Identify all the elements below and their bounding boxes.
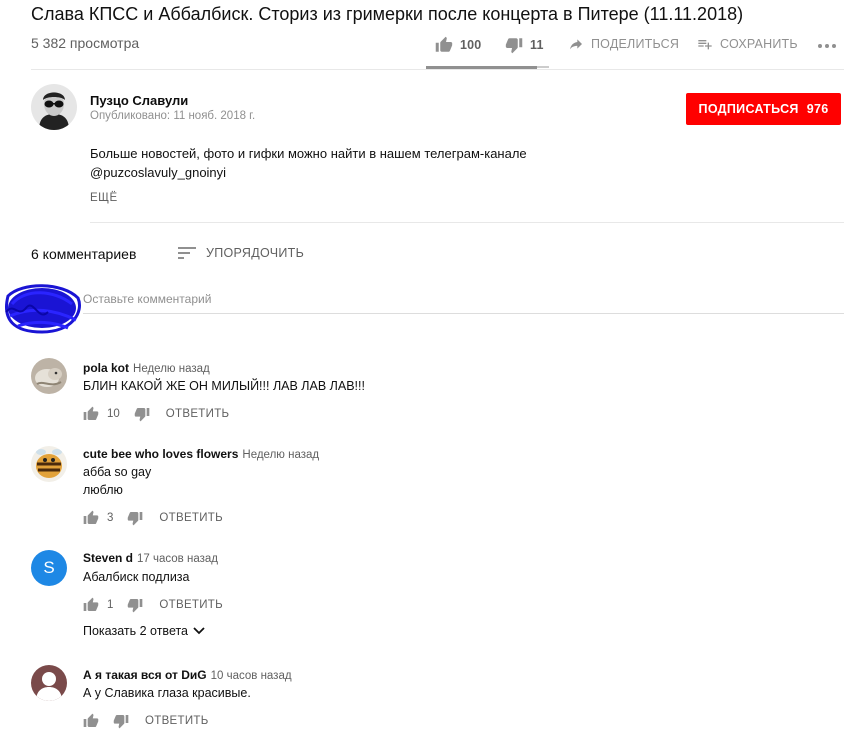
commenter-avatar[interactable] xyxy=(31,665,67,701)
comment-input-underline xyxy=(83,313,844,314)
thumb-up-icon[interactable] xyxy=(83,597,99,613)
comment-author[interactable]: А я такая вся от DиG xyxy=(83,668,207,682)
comment-actions: 1 ОТВЕТИТЬ xyxy=(83,597,223,613)
thumb-up-icon[interactable] xyxy=(83,406,99,422)
share-icon xyxy=(570,39,582,50)
comment-header: cute bee who loves flowers Неделю назад xyxy=(83,445,319,463)
thumb-up-icon[interactable] xyxy=(83,713,99,729)
subscribe-label: ПОДПИСАТЬСЯ xyxy=(698,102,799,116)
subscribe-button[interactable]: ПОДПИСАТЬСЯ 976 xyxy=(686,93,841,125)
subscriber-count: 976 xyxy=(806,102,829,116)
more-horiz-icon xyxy=(818,44,836,48)
playlist-add-icon xyxy=(698,40,712,50)
comment-like-count: 1 xyxy=(107,599,114,611)
comment-text: Абалбиск подлиза xyxy=(83,570,190,584)
save-label: СОХРАНИТЬ xyxy=(720,37,798,51)
thumb-down-icon[interactable] xyxy=(134,406,150,422)
like-count: 100 xyxy=(460,38,482,52)
thumb-down-icon[interactable] xyxy=(127,597,143,613)
show-replies-button[interactable]: Показать 2 ответа xyxy=(83,624,206,638)
comment-time[interactable]: 17 часов назад xyxy=(137,553,218,565)
reply-button[interactable]: ОТВЕТИТЬ xyxy=(145,715,209,727)
divider xyxy=(31,69,844,70)
dislike-button[interactable]: 11 xyxy=(504,36,544,54)
thumb-down-icon[interactable] xyxy=(127,510,143,526)
reply-button[interactable]: ОТВЕТИТЬ xyxy=(159,512,223,524)
save-button[interactable]: СОХРАНИТЬ xyxy=(696,36,798,52)
comment-text: люблю xyxy=(83,483,123,497)
more-actions-button[interactable] xyxy=(817,38,837,57)
commenter-avatar-letter[interactable]: S xyxy=(31,550,67,586)
comment-header: Steven d 17 часов назад xyxy=(83,549,218,567)
channel-avatar[interactable] xyxy=(31,84,77,130)
comment-text: А у Славика глаза красивые. xyxy=(83,686,251,700)
comment-actions: 3 ОТВЕТИТЬ xyxy=(83,510,223,526)
sort-icon xyxy=(178,247,196,259)
publish-date: Опубликовано: 11 нояб. 2018 г. xyxy=(90,110,256,122)
commenter-avatar[interactable] xyxy=(31,446,67,482)
chevron-down-icon xyxy=(193,627,205,635)
video-title: Слава КПСС и Аббалбиск. Сториз из гример… xyxy=(31,4,744,24)
share-button[interactable]: ПОДЕЛИТЬСЯ xyxy=(567,36,679,52)
thumb-down-icon[interactable] xyxy=(113,713,129,729)
comment-text: БЛИН КАКОЙ ЖЕ ОН МИЛЫЙ!!! ЛАВ ЛАВ ЛАВ!!! xyxy=(83,379,365,393)
sort-button[interactable]: УПОРЯДОЧИТЬ xyxy=(178,246,304,260)
description-line: Больше новостей, фото и гифки можно найт… xyxy=(90,146,527,161)
comment-header: А я такая вся от DиG 10 часов назад xyxy=(83,666,292,684)
like-button[interactable]: 100 xyxy=(434,36,481,54)
reply-button[interactable]: ОТВЕТИТЬ xyxy=(159,599,223,611)
comment-header: pola kot Неделю назад xyxy=(83,359,210,377)
comment-count: 6 комментариев xyxy=(31,246,137,262)
channel-avatar-image xyxy=(31,84,77,130)
share-label: ПОДЕЛИТЬСЯ xyxy=(591,37,680,51)
show-replies-label: Показать 2 ответа xyxy=(83,624,189,638)
comment-text: абба so gay xyxy=(83,465,152,479)
reply-button[interactable]: ОТВЕТИТЬ xyxy=(166,408,230,420)
comment-author[interactable]: Steven d xyxy=(83,551,133,565)
comment-like-count: 3 xyxy=(107,512,114,524)
comment-actions: 10 ОТВЕТИТЬ xyxy=(83,406,229,422)
comment-time[interactable]: Неделю назад xyxy=(242,449,319,461)
comment-time[interactable]: Неделю назад xyxy=(133,363,210,375)
show-more-button[interactable]: ЕЩЁ xyxy=(90,192,118,204)
comment-input[interactable]: Оставьте комментарий xyxy=(83,292,211,306)
channel-name[interactable]: Пузцо Славули xyxy=(90,93,188,108)
comment-author[interactable]: pola kot xyxy=(83,361,129,375)
commenter-avatar[interactable] xyxy=(31,358,67,394)
comment-author[interactable]: cute bee who loves flowers xyxy=(83,447,238,461)
divider xyxy=(90,222,844,223)
user-avatar-scribbled xyxy=(2,282,82,334)
comment-time[interactable]: 10 часов назад xyxy=(211,670,292,682)
thumb-up-icon[interactable] xyxy=(83,510,99,526)
comment-like-count: 10 xyxy=(107,408,120,420)
thumb-down-icon xyxy=(505,38,523,54)
view-count: 5 382 просмотра xyxy=(31,35,140,51)
sort-label: УПОРЯДОЧИТЬ xyxy=(206,246,305,260)
dislike-count: 11 xyxy=(530,38,544,52)
thumb-up-icon xyxy=(435,36,453,52)
description-handle: @puzcoslavuly_gnoinyi xyxy=(90,165,227,180)
comment-actions: ОТВЕТИТЬ xyxy=(83,713,209,729)
